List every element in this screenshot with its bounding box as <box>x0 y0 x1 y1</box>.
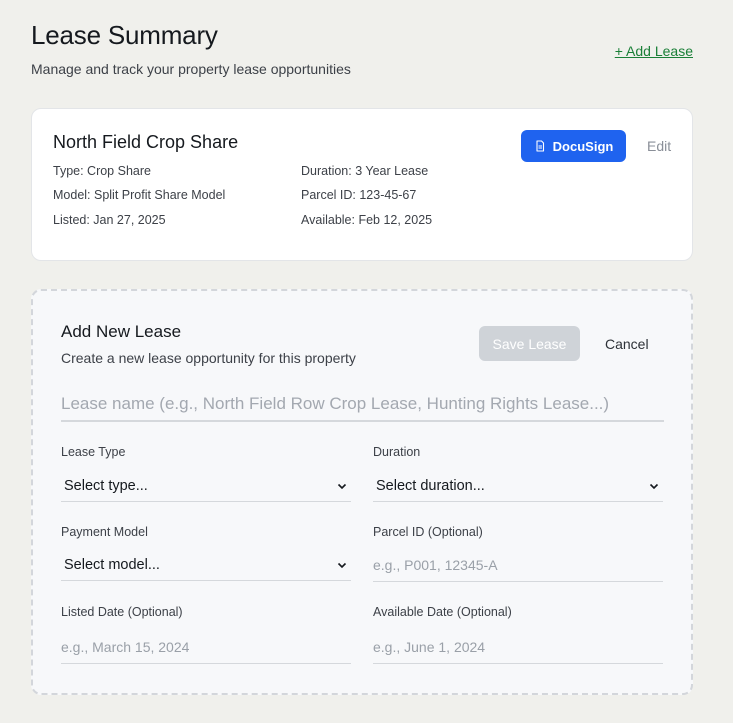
duration-select[interactable]: Select duration... <box>373 470 663 502</box>
listed-date-label: Listed Date (Optional) <box>61 605 183 619</box>
save-lease-button[interactable]: Save Lease <box>479 326 580 361</box>
parcel-id-label: Parcel ID (Optional) <box>373 525 483 539</box>
page-title: Lease Summary <box>31 20 218 50</box>
chevron-down-icon <box>337 483 347 489</box>
lease-type-select[interactable]: Select type... <box>61 470 351 502</box>
lease-type-label: Lease Type <box>61 445 126 459</box>
add-lease-subtitle: Create a new lease opportunity for this … <box>61 350 356 366</box>
lease-parcel-id-text: Parcel ID: 123-45-67 <box>301 188 417 202</box>
document-icon <box>536 140 544 152</box>
lease-type-text: Type: Crop Share <box>53 164 151 178</box>
lease-card-title: North Field Crop Share <box>53 132 239 152</box>
page-subtitle: Manage and track your property lease opp… <box>31 61 351 77</box>
payment-model-label: Payment Model <box>61 525 148 539</box>
duration-value: Select duration... <box>376 477 485 494</box>
lease-name-input[interactable] <box>61 387 664 422</box>
lease-duration-text: Duration: 3 Year Lease <box>301 164 429 178</box>
parcel-id-input[interactable] <box>373 549 663 582</box>
payment-model-select[interactable]: Select model... <box>61 549 351 581</box>
chevron-down-icon <box>649 483 659 489</box>
duration-label: Duration <box>373 445 421 459</box>
available-date-input[interactable] <box>373 631 663 664</box>
payment-model-value: Select model... <box>64 556 160 573</box>
lease-summary-page: Lease Summary Manage and track your prop… <box>0 0 733 723</box>
lease-available-text: Available: Feb 12, 2025 <box>301 213 433 227</box>
add-new-lease-panel: Add New Lease Create a new lease opportu… <box>31 289 693 695</box>
docusign-label: DocuSign <box>552 138 614 154</box>
lease-listed-text: Listed: Jan 27, 2025 <box>53 213 166 227</box>
lease-model-text: Model: Split Profit Share Model <box>53 188 226 202</box>
add-lease-link[interactable]: + Add Lease <box>615 43 693 59</box>
listed-date-input[interactable] <box>61 631 351 664</box>
docusign-button[interactable]: DocuSign <box>521 130 626 162</box>
add-lease-title: Add New Lease <box>61 322 182 341</box>
edit-lease-button[interactable]: Edit <box>647 138 671 154</box>
cancel-button[interactable]: Cancel <box>605 336 649 352</box>
lease-card: North Field Crop Share Type: Crop Share … <box>31 108 693 261</box>
chevron-down-icon <box>337 562 347 568</box>
lease-type-value: Select type... <box>64 477 148 494</box>
available-date-label: Available Date (Optional) <box>373 605 512 619</box>
